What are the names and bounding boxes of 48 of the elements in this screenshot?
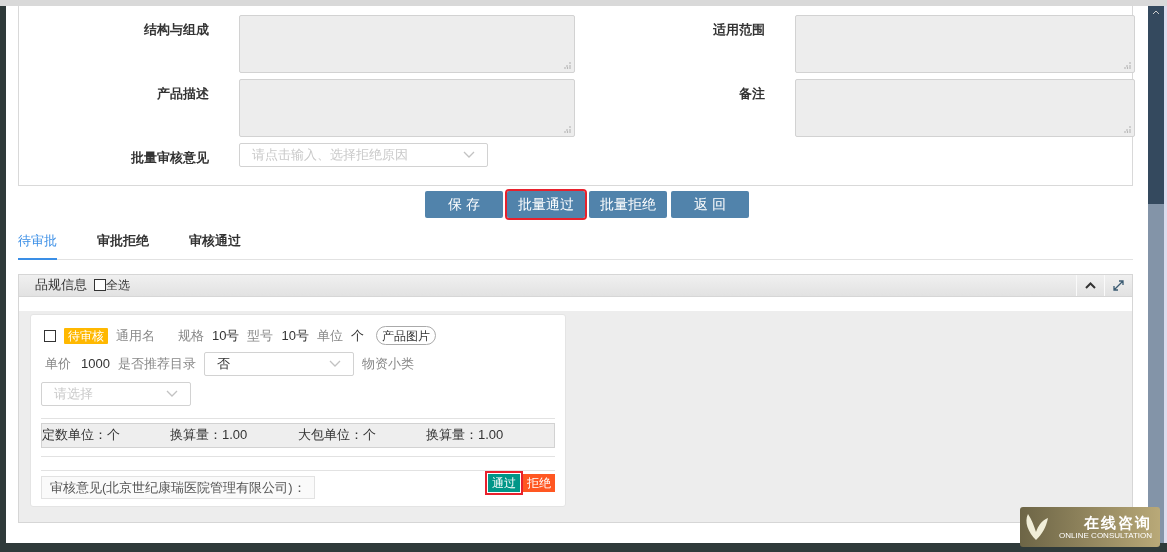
approve-button[interactable]: 通过 — [488, 474, 520, 492]
action-button[interactable]: 批量通过 — [507, 191, 585, 218]
chevron-down-icon — [166, 389, 178, 398]
spec-value: 10号 — [212, 326, 240, 345]
chat-widget[interactable]: 在线咨询 ONLINE CONSULTATION — [1020, 507, 1160, 547]
field-label: 结构与组成 — [143, 21, 209, 39]
unit-value: 个 — [350, 326, 364, 345]
model-label: 型号 — [247, 326, 274, 345]
resize-grip-icon — [1124, 62, 1131, 69]
price-label: 单价 — [45, 354, 71, 373]
unit-label: 单位 — [316, 326, 343, 345]
opinion-field[interactable]: 审核意见(北京世纪康瑞医院管理有限公司)： — [41, 475, 315, 499]
recommend-select[interactable]: 否 — [203, 351, 354, 376]
category-label: 物资小类 — [361, 354, 414, 373]
resize-grip-icon — [1124, 126, 1131, 133]
chevron-up-icon — [1085, 281, 1096, 289]
panel-title: 品规信息 — [35, 276, 87, 295]
chevron-down-icon — [328, 359, 341, 368]
field-label: 批量审核意见 — [130, 149, 209, 167]
model-value: 10号 — [281, 326, 309, 345]
action-button[interactable]: 保 存 — [425, 191, 503, 218]
row-checkbox[interactable] — [44, 329, 56, 342]
chat-subtitle: ONLINE CONSULTATION — [1059, 530, 1152, 541]
action-button[interactable]: 返 回 — [671, 191, 749, 218]
expand-icon — [1113, 279, 1124, 291]
unit-info: 大包单位：个 — [298, 426, 377, 445]
generic-name-label: 通用名 — [116, 326, 155, 345]
spec-label: 规格 — [178, 326, 204, 345]
tab[interactable]: 审核通过 — [189, 230, 241, 260]
price-value: 1000 — [81, 354, 110, 373]
resize-grip-icon — [564, 62, 571, 69]
chevron-down-icon — [463, 151, 475, 159]
field-label: 产品描述 — [156, 85, 209, 103]
scroll-up-icon — [1152, 9, 1160, 15]
action-button[interactable]: 批量拒绝 — [589, 191, 667, 218]
recommend-label: 是否推荐目录 — [117, 354, 196, 373]
chat-title: 在线咨询 — [1084, 513, 1152, 531]
tab[interactable]: 审批拒绝 — [97, 230, 149, 260]
unit-info: 换算量：1.00 — [170, 426, 249, 445]
field-label: 备注 — [738, 85, 765, 103]
unit-info: 换算量：1.00 — [426, 426, 505, 445]
resize-grip-icon — [564, 126, 571, 133]
field-label: 适用范围 — [712, 21, 765, 39]
reject-button[interactable]: 拒绝 — [523, 474, 555, 492]
tab[interactable]: 待审批 — [18, 230, 57, 260]
select-all-checkbox[interactable]: 全选 — [94, 276, 130, 294]
status-badge: 待审核 — [64, 327, 108, 344]
unit-info: 定数单位：个 — [42, 426, 121, 445]
